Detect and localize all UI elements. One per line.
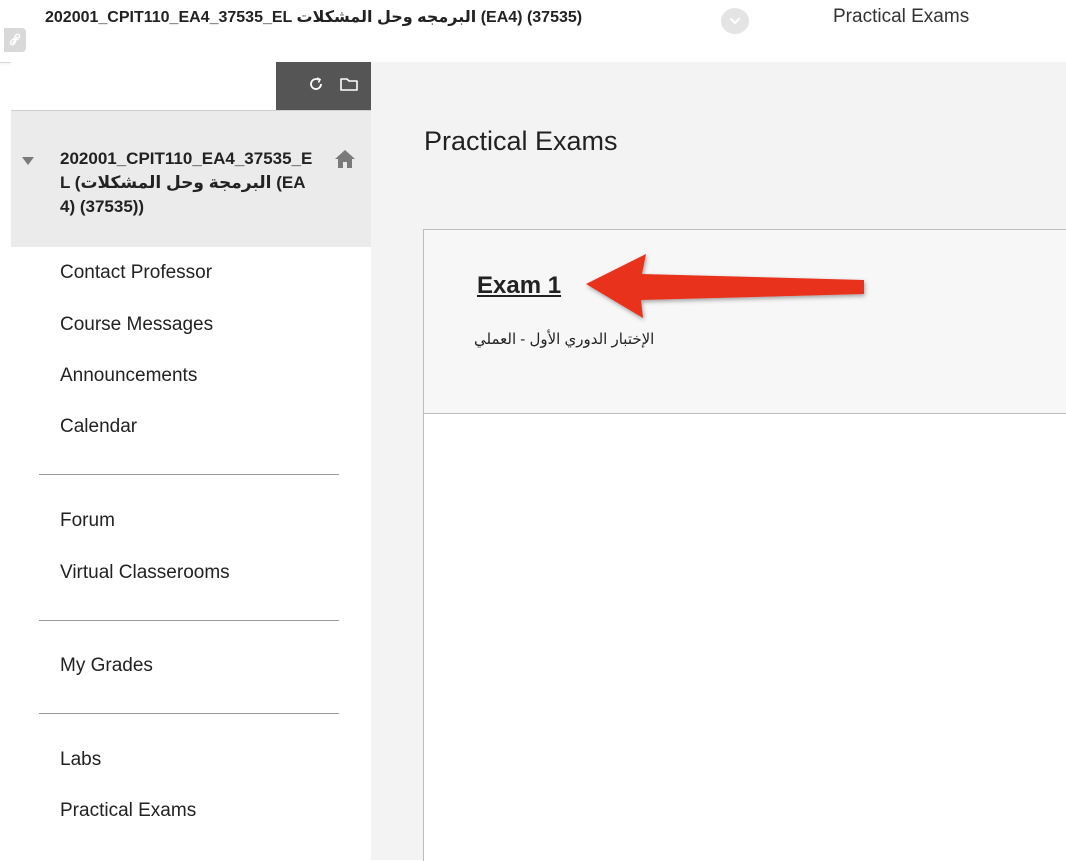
sidebar-item-practical-exams[interactable]: Practical Exams bbox=[60, 800, 196, 822]
home-icon[interactable] bbox=[334, 149, 356, 174]
folder-icon[interactable] bbox=[339, 75, 359, 98]
breadcrumb-course-link[interactable]: 202001_CPIT110_EA4_37535_EL البرمجه وحل … bbox=[45, 7, 582, 27]
sidebar-item-contact-professor[interactable]: Contact Professor bbox=[60, 262, 212, 284]
sidebar-item-virtual-classrooms[interactable]: Virtual Classerooms bbox=[60, 562, 230, 584]
sidebar-item-course-messages[interactable]: Course Messages bbox=[60, 314, 213, 336]
chevron-down-icon[interactable] bbox=[721, 8, 749, 34]
red-arrow-icon bbox=[580, 248, 870, 333]
sidebar-item-labs[interactable]: Labs bbox=[60, 749, 101, 771]
content-area: Practical Exams Exam 1 الإختبار الدوري ا… bbox=[371, 62, 1066, 861]
sidebar-item-my-grades[interactable]: My Grades bbox=[60, 655, 153, 677]
breadcrumb-bar: 202001_CPIT110_EA4_37535_EL البرمجه وحل … bbox=[0, 0, 1066, 63]
sidebar-item-forum[interactable]: Forum bbox=[60, 510, 115, 532]
menu-toolbar bbox=[11, 62, 371, 111]
menu-divider bbox=[39, 620, 339, 621]
exam-link[interactable]: Exam 1 bbox=[477, 272, 561, 300]
breadcrumb-current: Practical Exams bbox=[833, 6, 970, 27]
sidebar-item-calendar[interactable]: Calendar bbox=[60, 416, 137, 438]
menu-divider bbox=[39, 474, 339, 475]
course-menu-list: Contact Professor Course Messages Announ… bbox=[11, 247, 371, 860]
course-menu-header[interactable]: 202001_CPIT110_EA4_37535_EL (البرمجة وحل… bbox=[11, 111, 371, 247]
link-icon[interactable] bbox=[4, 28, 26, 52]
course-title[interactable]: 202001_CPIT110_EA4_37535_EL (البرمجة وحل… bbox=[60, 147, 320, 219]
caret-down-icon[interactable] bbox=[21, 153, 35, 171]
menu-tools bbox=[276, 62, 371, 110]
refresh-icon[interactable] bbox=[307, 75, 325, 98]
menu-divider bbox=[39, 713, 339, 714]
course-menu: 202001_CPIT110_EA4_37535_EL (البرمجة وحل… bbox=[11, 62, 371, 860]
sidebar-item-announcements[interactable]: Announcements bbox=[60, 365, 197, 387]
page-title: Practical Exams bbox=[424, 126, 618, 156]
